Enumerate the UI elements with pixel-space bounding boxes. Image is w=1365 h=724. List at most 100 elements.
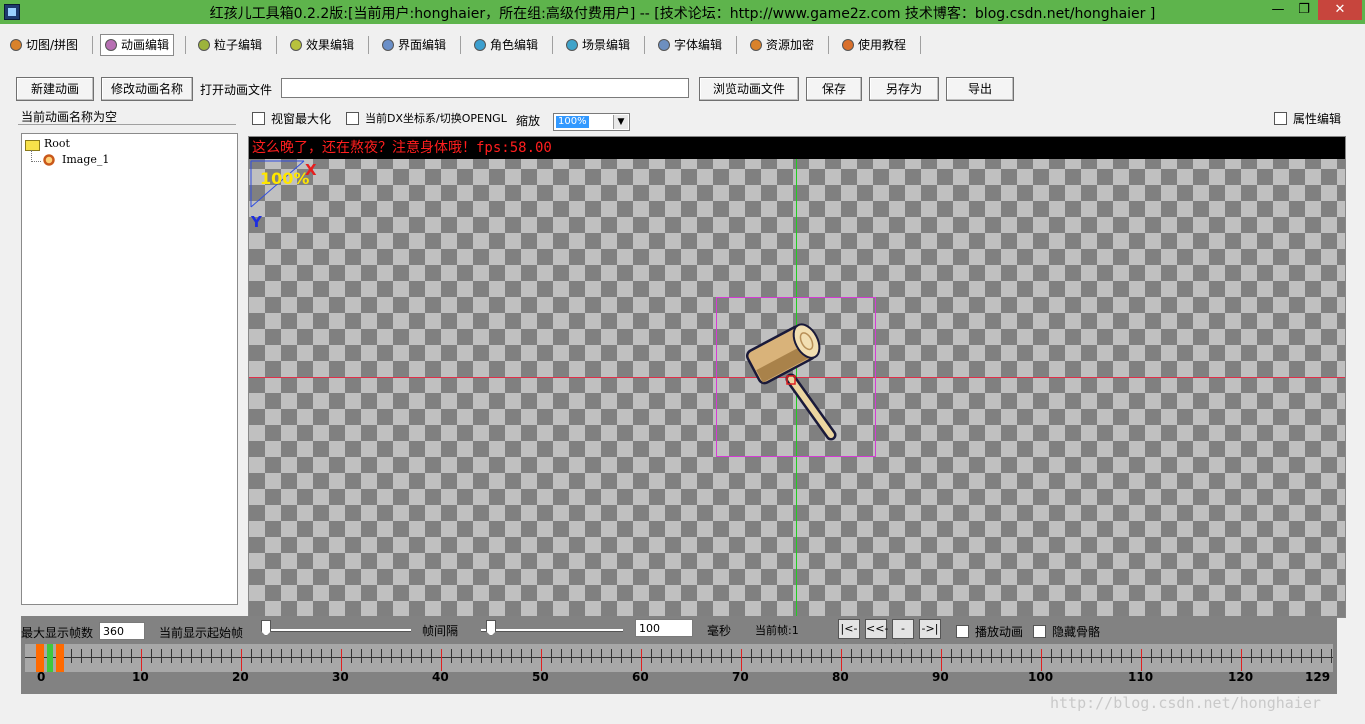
ruler-tick <box>861 649 862 663</box>
zoom-label: 缩放 <box>516 114 541 128</box>
tab-scene[interactable]: 场景编辑 <box>566 35 630 55</box>
hammer-sprite[interactable] <box>739 307 849 447</box>
ruler-tick <box>511 649 512 663</box>
tab-particle[interactable]: 粒子编辑 <box>198 35 262 55</box>
tab-animation[interactable]: 动画编辑 <box>100 34 175 56</box>
save-button[interactable]: 保存 <box>806 77 862 101</box>
export-button[interactable]: 导出 <box>946 77 1014 101</box>
watermark-text: http://blog.csdn.net/honghaier <box>1050 694 1321 712</box>
rename-animation-button[interactable]: 修改动画名称 <box>101 77 193 101</box>
restore-button[interactable]: ❐ <box>1291 0 1317 20</box>
ruler-tick <box>721 649 722 663</box>
ruler-label: 0 <box>37 670 46 684</box>
ruler-tick <box>1261 649 1262 663</box>
ruler-tick <box>1271 649 1272 663</box>
max-frames-label: 最大显示帧数 <box>21 626 94 640</box>
play-animation-checkbox[interactable]: 播放动画 <box>956 623 1023 640</box>
current-frame-marker[interactable] <box>47 644 53 672</box>
ruler-tick <box>551 649 552 663</box>
hide-bones-checkbox[interactable]: 隐藏骨骼 <box>1033 623 1100 640</box>
start-frame-slider-track[interactable] <box>265 629 411 632</box>
dx-coordinate-checkbox[interactable]: 当前DX坐标系/切换OPENGL <box>346 110 507 126</box>
tab-character[interactable]: 角色编辑 <box>474 35 538 55</box>
ruler-tick <box>301 649 302 663</box>
ruler-tick <box>341 649 342 671</box>
ruler-tick <box>811 649 812 663</box>
minimize-button[interactable]: — <box>1265 0 1291 20</box>
tab-slice[interactable]: 切图/拼图 <box>10 35 78 55</box>
checkbox-label: 属性编辑 <box>1293 112 1342 126</box>
ruler-tick <box>1031 649 1032 663</box>
checkbox-box[interactable] <box>1033 625 1046 638</box>
tab-effect[interactable]: 效果编辑 <box>290 35 354 55</box>
ruler-tick <box>751 649 752 663</box>
last-frame-button[interactable]: ->| <box>919 619 941 639</box>
tree-root[interactable]: Root <box>44 137 70 150</box>
ruler-tick <box>331 649 332 663</box>
ruler-tick <box>641 649 642 671</box>
ruler-tick <box>121 649 122 663</box>
ruler-tick <box>481 649 482 663</box>
zoom-select[interactable]: 100% ▼ <box>553 113 630 131</box>
tab-separator <box>276 36 277 54</box>
tab-separator <box>368 36 369 54</box>
tab-tutorial[interactable]: 使用教程 <box>842 35 906 55</box>
ruler-tick <box>831 649 832 663</box>
ruler-tick <box>531 649 532 663</box>
ruler-tick <box>291 649 292 663</box>
keyframe-marker[interactable] <box>56 644 64 672</box>
divider <box>18 124 236 125</box>
tab-particle-icon <box>198 39 210 51</box>
ruler-tick <box>651 649 652 663</box>
ruler-tick <box>401 649 402 663</box>
ruler-tick <box>1021 649 1022 663</box>
animation-canvas[interactable]: 这么晚了，还在熬夜？注意身体哦！fps:58.00 100% X Y <box>248 136 1346 618</box>
tab-label: 粒子编辑 <box>214 38 263 52</box>
maximize-view-checkbox[interactable]: 视窗最大化 <box>252 110 331 127</box>
start-frame-label: 当前显示起始帧 <box>159 626 244 640</box>
tab-ui[interactable]: 界面编辑 <box>382 35 446 55</box>
tab-label: 资源加密 <box>766 38 815 52</box>
start-frame-slider-thumb[interactable] <box>261 620 271 636</box>
ruler-label: 110 <box>1128 670 1154 684</box>
previous-frame-button[interactable]: <<- <box>865 619 888 639</box>
first-frame-button[interactable]: |<- <box>838 619 860 639</box>
interval-slider-thumb[interactable] <box>486 620 496 636</box>
tab-tutorial-icon <box>842 39 854 51</box>
animation-file-path-input[interactable] <box>281 78 689 98</box>
tab-font[interactable]: 字体编辑 <box>658 35 722 55</box>
save-as-button[interactable]: 另存为 <box>869 77 939 101</box>
property-edit-checkbox[interactable]: 属性编辑 <box>1274 110 1341 127</box>
tab-separator <box>92 36 93 54</box>
animation-tree[interactable]: Root Image_1 <box>21 133 238 605</box>
ruler-tick <box>91 649 92 663</box>
next-frame-button[interactable]: ->> <box>892 619 914 653</box>
new-animation-button[interactable]: 新建动画 <box>16 77 94 101</box>
close-button[interactable]: ✕ <box>1318 0 1362 20</box>
chevron-down-icon[interactable]: ▼ <box>613 115 628 129</box>
checkbox-box[interactable] <box>252 112 265 125</box>
keyframe-marker[interactable] <box>36 644 44 672</box>
checkbox-box[interactable] <box>956 625 969 638</box>
ruler-tick <box>1281 649 1282 663</box>
checkbox-label: 隐藏骨骼 <box>1052 625 1101 639</box>
checkbox-box[interactable] <box>346 111 359 125</box>
ruler-tick <box>1321 649 1322 663</box>
frame-ruler[interactable] <box>25 644 1333 672</box>
checkbox-box[interactable] <box>1274 112 1287 125</box>
browse-animation-button[interactable]: 浏览动画文件 <box>699 77 799 101</box>
max-frames-input[interactable]: 360 <box>99 622 145 640</box>
ruler-tick <box>451 649 452 663</box>
ruler-tick <box>631 649 632 663</box>
tab-encrypt[interactable]: 资源加密 <box>750 35 814 55</box>
tab-separator <box>828 36 829 54</box>
tab-font-icon <box>658 39 670 51</box>
tab-label: 字体编辑 <box>674 38 723 52</box>
interval-input[interactable]: 100 <box>635 619 693 637</box>
ruler-tick <box>521 649 522 663</box>
ruler-tick <box>311 649 312 663</box>
tab-animation-icon <box>105 39 117 51</box>
tree-item-image[interactable]: Image_1 <box>62 153 109 166</box>
interval-slider-track[interactable] <box>481 629 623 632</box>
checkbox-label: 播放动画 <box>975 625 1024 639</box>
